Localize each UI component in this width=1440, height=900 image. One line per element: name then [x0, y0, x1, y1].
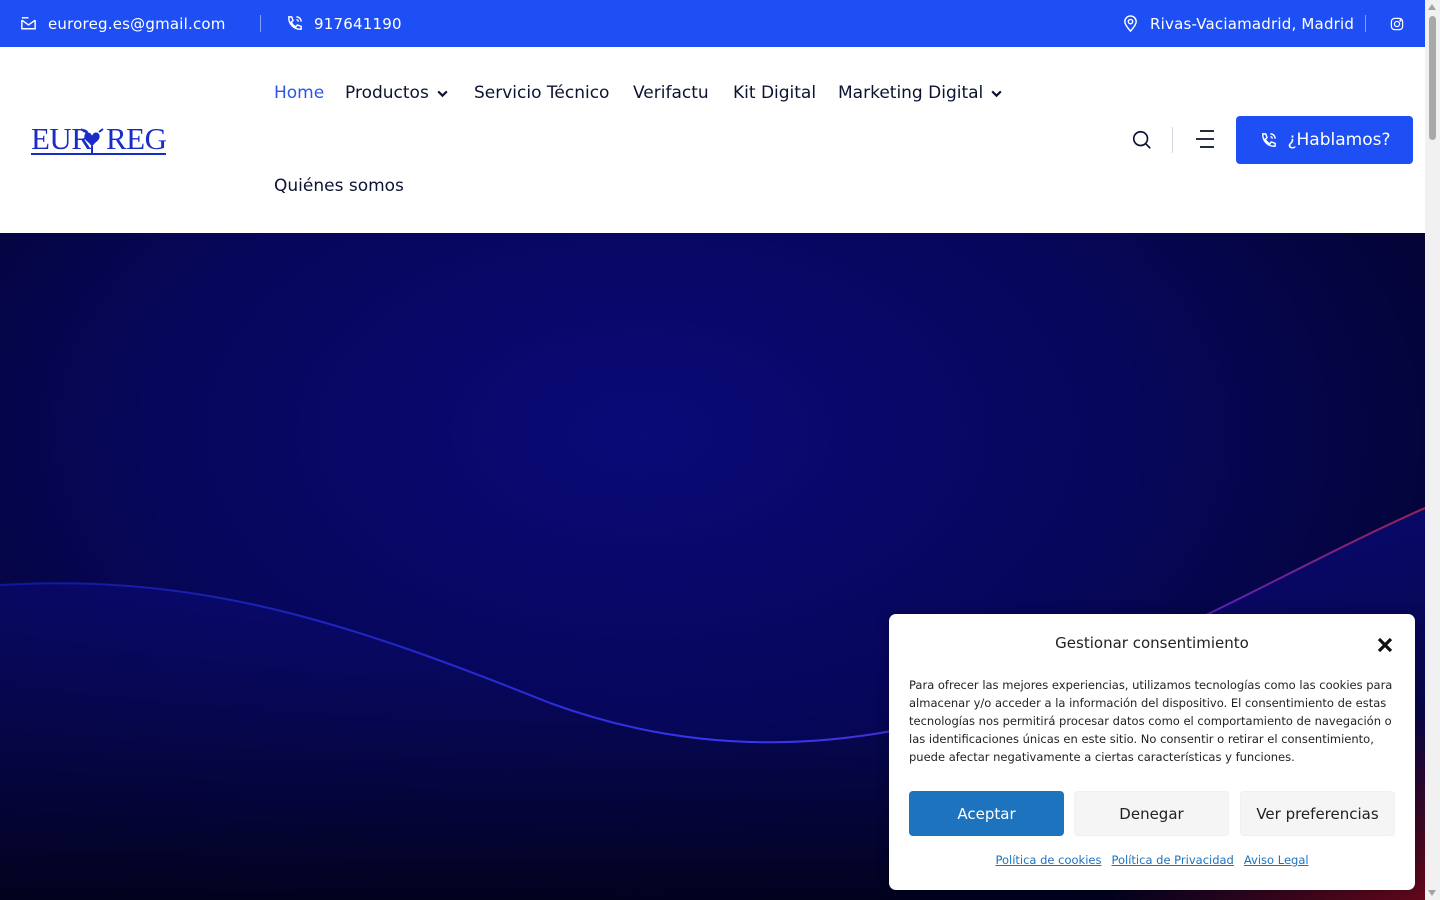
page-scrollbar[interactable] [1425, 0, 1440, 900]
phone-icon [288, 16, 302, 30]
phone-icon [1261, 132, 1276, 147]
mail-icon [21, 17, 36, 30]
scroll-up-arrow[interactable] [1428, 4, 1436, 10]
menu-lines-icon [1196, 130, 1214, 148]
euroreg-logo[interactable]: EUR REG [31, 119, 167, 159]
nav-verifactu-label: Verifactu [633, 83, 709, 103]
nav-kit-label: Kit Digital [733, 83, 817, 103]
phone-link[interactable]: 917641190 [285, 0, 402, 47]
menu-button[interactable] [1192, 126, 1218, 152]
accept-button[interactable]: Aceptar [909, 791, 1064, 836]
email-text: euroreg.es@gmail.com [48, 14, 226, 33]
nav-home[interactable]: Home [274, 83, 324, 103]
close-icon [1377, 637, 1393, 653]
nav-servicio-tecnico[interactable]: Servicio Técnico [474, 83, 609, 103]
instagram-icon [1390, 17, 1404, 30]
nav-marketing-label: Marketing Digital [838, 83, 984, 103]
phone-text: 917641190 [314, 14, 402, 33]
instagram-link[interactable] [1389, 0, 1405, 47]
nav-quienes-somos[interactable]: Quiénes somos [274, 176, 404, 196]
nav-productos-label: Productos [345, 83, 429, 103]
hablamos-label: ¿Hablamos? [1287, 130, 1391, 150]
top-contact-bar: euroreg.es@gmail.com 917641190 Rivas-Vac… [0, 0, 1425, 47]
svg-text:REG: REG [106, 121, 167, 156]
legal-notice-link[interactable]: Aviso Legal [1244, 853, 1309, 867]
search-icon [1132, 130, 1151, 149]
nav-kit-digital[interactable]: Kit Digital [733, 83, 816, 103]
close-button[interactable] [1375, 635, 1395, 655]
location-link[interactable]: Rivas-Vaciamadrid, Madrid [1121, 0, 1354, 47]
email-link[interactable]: euroreg.es@gmail.com [19, 0, 226, 47]
privacy-policy-link[interactable]: Política de Privacidad [1111, 853, 1233, 867]
cookie-consent-dialog: Gestionar consentimiento Para ofrecer la… [889, 614, 1415, 890]
site-header: EUR REG Home Productos Servicio Técnico … [0, 47, 1425, 233]
policy-links: Política de cookies Política de Privacid… [889, 853, 1415, 867]
nav-verifactu[interactable]: Verifactu [633, 83, 709, 103]
consent-description: Para ofrecer las mejores experiencias, u… [909, 678, 1393, 764]
divider [1172, 127, 1173, 153]
divider [260, 15, 261, 32]
nav-servicio-label: Servicio Técnico [474, 83, 610, 103]
hablamos-button[interactable]: ¿Hablamos? [1236, 116, 1413, 164]
divider [1365, 15, 1366, 32]
svg-text:EUR: EUR [31, 121, 92, 156]
location-text: Rivas-Vaciamadrid, Madrid [1150, 14, 1355, 33]
scroll-thumb[interactable] [1429, 16, 1436, 140]
scroll-down-arrow[interactable] [1428, 890, 1436, 896]
location-pin-icon [1124, 15, 1137, 33]
chevron-down-icon [437, 90, 448, 97]
consent-title: Gestionar consentimiento [1055, 634, 1249, 652]
preferences-button[interactable]: Ver preferencias [1240, 791, 1395, 836]
chevron-down-icon [991, 90, 1002, 97]
cookie-policy-link[interactable]: Política de cookies [995, 853, 1101, 867]
nav-quienes-label: Quiénes somos [274, 176, 404, 196]
search-button[interactable] [1129, 127, 1155, 153]
deny-button[interactable]: Denegar [1074, 791, 1229, 836]
nav-marketing-digital[interactable]: Marketing Digital [838, 83, 1003, 103]
nav-home-label: Home [274, 83, 325, 103]
nav-productos[interactable]: Productos [345, 83, 449, 103]
